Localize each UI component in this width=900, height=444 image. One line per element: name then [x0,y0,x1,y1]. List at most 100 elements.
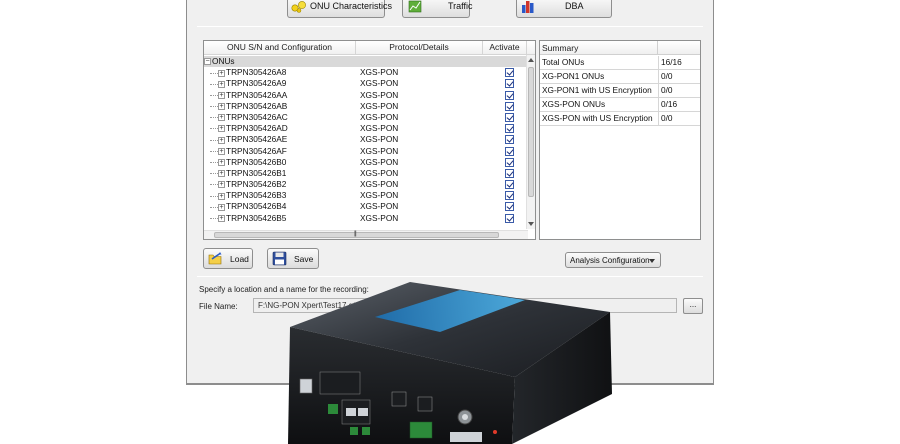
onu-row[interactable]: + TRPN305426B0 XGS-PON [204,157,528,168]
onu-protocol: XGS-PON [360,134,399,145]
onu-row[interactable]: + TRPN305426AD XGS-PON [204,123,528,134]
grid-body: − ONUs + TRPN305426A8 XGS-PON + TRPN305426A9 X… [204,56,528,224]
scroll-down-arrow-icon[interactable] [528,222,534,226]
ng-pon-xpert-device-image [288,282,612,444]
vertical-scrollbar[interactable] [526,55,535,229]
expand-icon[interactable]: + [218,170,225,178]
onu-row[interactable]: + TRPN305426AE XGS-PON [204,134,528,145]
onu-protocol: XGS-PON [360,212,399,223]
tree-connector [210,72,218,74]
summary-row: XG-PON1 with US Encryption 0/0 [540,84,700,98]
summary-label: XGS-PON ONUs [542,99,606,109]
summary-label: XGS-PON with US Encryption [542,113,653,123]
summary-label: XG-PON1 ONUs [542,71,605,81]
onu-row[interactable]: + TRPN305426B3 XGS-PON [204,190,528,201]
onu-sn: TRPN305426B3 [226,190,287,201]
activate-checkbox[interactable] [505,180,514,190]
analysis-configuration-dropdown[interactable]: Analysis Configuration [565,252,661,268]
onu-sn: TRPN305426B0 [226,156,287,167]
onu-row[interactable]: + TRPN305426A8 XGS-PON [204,67,528,78]
vertical-scroll-thumb[interactable] [528,67,534,197]
save-label: Save [294,254,314,264]
column-header-activate[interactable]: Activate [483,41,527,54]
summary-value: 0/0 [661,85,673,95]
summary-value: 16/16 [661,57,682,67]
column-header-protocol[interactable]: Protocol/Details [356,41,483,54]
onu-protocol: XGS-PON [360,201,399,212]
tree-connector [210,217,218,219]
onu-row[interactable]: + TRPN305426AC XGS-PON [204,112,528,123]
onu-characteristics-button[interactable]: ONU Characteristics [287,0,392,18]
expand-icon[interactable]: + [218,114,225,122]
onu-tree-grid[interactable]: ONU S/N and Configuration Protocol/Detai… [203,40,536,240]
traffic-button[interactable]: Traffic [402,0,473,18]
onu-sn: TRPN305426AB [226,100,288,111]
tree-connector [210,173,218,175]
onu-row[interactable]: + TRPN305426AA XGS-PON [204,90,528,101]
onu-row[interactable]: + TRPN305426B2 XGS-PON [204,179,528,190]
activate-checkbox[interactable] [505,90,514,100]
activate-checkbox[interactable] [505,202,514,212]
tree-connector [210,139,218,141]
activate-checkbox[interactable] [505,68,514,78]
expand-icon[interactable]: + [218,203,225,211]
column-header-sn[interactable]: ONU S/N and Configuration [204,41,356,54]
onu-row[interactable]: + TRPN305426AF XGS-PON [204,146,528,157]
activate-checkbox[interactable] [505,112,514,122]
expand-icon[interactable]: + [218,147,225,155]
onu-row[interactable]: + TRPN305426AB XGS-PON [204,101,528,112]
load-button[interactable]: Load [203,248,253,269]
chevron-down-icon [649,259,655,263]
expand-icon[interactable]: + [218,214,225,222]
summary-table: Summary Total ONUs 16/16 XG-PON1 ONUs 0/0 XG… [539,40,701,240]
activate-checkbox[interactable] [505,146,514,156]
horizontal-scroll-thumb[interactable] [214,232,499,238]
expand-icon[interactable]: + [218,91,225,99]
dba-bar-chart-icon [522,1,534,13]
expand-icon[interactable]: + [218,80,225,88]
activate-checkbox[interactable] [505,168,514,178]
onu-row[interactable]: + TRPN305426A9 XGS-PON [204,78,528,89]
activate-checkbox[interactable] [505,135,514,145]
activate-checkbox[interactable] [505,157,514,167]
onu-row[interactable]: + TRPN305426B4 XGS-PON [204,201,528,212]
onu-row[interactable]: + TRPN305426B1 XGS-PON [204,168,528,179]
activate-checkbox[interactable] [505,191,514,201]
onu-sn: TRPN305426B5 [226,212,287,223]
tree-connector [210,106,218,108]
onu-row[interactable]: + TRPN305426B5 XGS-PON [204,213,528,224]
onu-characteristics-icon [291,1,306,13]
scroll-up-arrow-icon[interactable] [528,58,534,62]
onu-sn: TRPN305426AC [226,111,288,122]
activate-checkbox[interactable] [505,79,514,89]
scroll-grip-icon: ||| [354,231,357,237]
activate-checkbox[interactable] [505,101,514,111]
load-folder-icon [208,252,222,265]
dba-button[interactable]: DBA [516,0,612,18]
summary-header-label: Summary [540,41,658,55]
browse-button[interactable]: ... [683,298,703,314]
section-separator [197,276,703,277]
onu-sn: TRPN305426AF [226,145,287,156]
collapse-icon[interactable]: − [204,58,211,66]
summary-value: 0/0 [661,71,673,81]
onu-sn: TRPN305426B2 [226,179,287,190]
expand-icon[interactable]: + [218,125,225,133]
tree-root-row[interactable]: − ONUs [204,56,528,68]
expand-icon[interactable]: + [218,136,225,144]
activate-checkbox[interactable] [505,213,514,223]
onu-protocol: XGS-PON [360,100,399,111]
expand-icon[interactable]: + [218,192,225,200]
horizontal-scrollbar[interactable]: ||| [204,230,528,239]
expand-icon[interactable]: + [218,181,225,189]
expand-icon[interactable]: + [218,103,225,111]
tree-connector [210,162,218,163]
expand-icon[interactable]: + [218,159,225,166]
tree-connector [210,150,218,152]
tree-connector [210,94,218,96]
expand-icon[interactable]: + [218,69,225,77]
activate-checkbox[interactable] [505,124,514,134]
tree-connector [210,206,218,208]
save-button[interactable]: Save [267,248,319,269]
grid-header: ONU S/N and Configuration Protocol/Detai… [204,41,535,55]
